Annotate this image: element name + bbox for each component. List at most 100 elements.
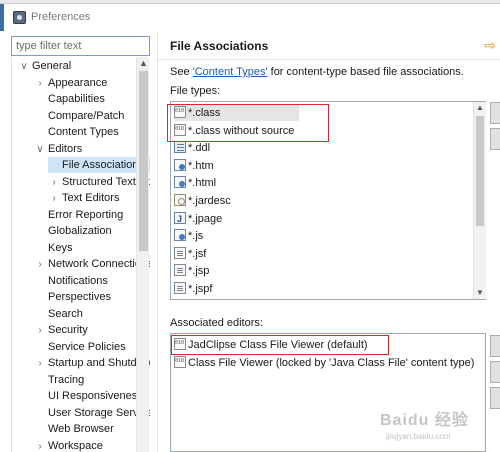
- file-type-label: *.class: [188, 107, 221, 119]
- text-file-icon: [174, 246, 186, 259]
- add-editor-button[interactable]: [490, 335, 500, 357]
- tree-item-label: Capabilities: [48, 93, 105, 105]
- scroll-up-arrow-icon[interactable]: ▲: [137, 57, 150, 69]
- ddl-file-icon: [174, 141, 186, 154]
- collapsed-chevron-icon[interactable]: ›: [34, 323, 46, 339]
- tree-scrollbar[interactable]: ▲: [136, 57, 149, 452]
- tree-item[interactable]: Service Policies: [34, 339, 150, 355]
- tree-item[interactable]: File Associations: [48, 157, 150, 173]
- tree-item[interactable]: Notifications: [34, 273, 150, 289]
- file-type-label: *.html: [188, 177, 217, 190]
- tree-item[interactable]: Search: [34, 306, 150, 322]
- tree-item[interactable]: UI Responsiveness: [34, 388, 150, 404]
- file-type-row[interactable]: *.ddl: [174, 140, 210, 156]
- file-type-row[interactable]: *.htm: [174, 158, 214, 174]
- add-file-type-button[interactable]: [490, 102, 500, 124]
- tree-item-label: Globalization: [48, 225, 112, 237]
- javascript-file-icon: [174, 229, 186, 242]
- tree-item[interactable]: Perspectives: [34, 289, 150, 305]
- tree-item-label: UI Responsiveness: [48, 390, 143, 402]
- collapsed-chevron-icon[interactable]: ›: [34, 76, 46, 92]
- tree-item-label: Text Editors: [62, 192, 120, 204]
- file-type-label: *.ddl: [188, 142, 211, 155]
- remove-editor-button[interactable]: [490, 361, 500, 383]
- file-types-list[interactable]: *.class *.class without source *.ddl *.htm *…: [170, 101, 486, 300]
- file-types-scrollbar[interactable]: ▲ ▼: [473, 102, 486, 299]
- tree-item[interactable]: › Text Editors: [48, 190, 150, 206]
- collapsed-chevron-icon[interactable]: ›: [48, 191, 60, 207]
- tree-item[interactable]: › Network Connections: [34, 256, 150, 272]
- file-type-row[interactable]: *.jpage: [174, 211, 222, 227]
- scroll-up-arrow-icon[interactable]: ▲: [474, 102, 486, 114]
- tree-item[interactable]: › Security: [34, 322, 150, 338]
- file-type-row[interactable]: *.jardesc: [174, 193, 231, 209]
- tree-item[interactable]: Compare/Patch: [34, 108, 150, 124]
- file-type-row[interactable]: *.jsp: [174, 263, 209, 279]
- file-type-label: *.js: [188, 230, 204, 243]
- jar-file-icon: [174, 194, 186, 206]
- file-type-row[interactable]: *.html: [174, 175, 216, 191]
- associated-editors-list[interactable]: JadClipse Class File Viewer (default) Cla…: [170, 333, 486, 452]
- file-types-label: File types:: [170, 85, 221, 97]
- collapsed-chevron-icon[interactable]: ›: [34, 356, 46, 372]
- file-type-row[interactable]: *.class: [174, 105, 299, 121]
- scroll-down-arrow-icon[interactable]: ▼: [474, 287, 486, 299]
- remove-file-type-button[interactable]: [490, 128, 500, 150]
- panel-divider: [157, 32, 158, 452]
- tree-item-label: Editors: [48, 142, 83, 155]
- editor-label: Class File Viewer (locked by 'Java Class…: [188, 356, 475, 369]
- file-types-scroll-thumb[interactable]: [476, 116, 484, 226]
- tree-item[interactable]: ∨ Editors: [34, 141, 150, 157]
- class-viewer-icon: [174, 338, 186, 350]
- tree-item[interactable]: ›Structured Text Editors: [48, 174, 150, 190]
- collapsed-chevron-icon[interactable]: ›: [48, 175, 60, 191]
- tree-item-label: Content Types: [48, 126, 119, 138]
- tree-item[interactable]: › Startup and Shutdown: [34, 355, 150, 371]
- title-bar-edge: [0, 4, 4, 31]
- tree-item[interactable]: ∨ General: [18, 58, 150, 74]
- file-type-row[interactable]: *.class without source: [174, 123, 294, 139]
- tree-item-label: Service Policies: [48, 340, 126, 353]
- file-type-row[interactable]: *.jspf: [174, 281, 212, 297]
- associated-editors-label: Associated editors:: [170, 317, 263, 329]
- web-file-icon: [174, 158, 186, 171]
- tree-scroll-thumb[interactable]: [139, 71, 148, 251]
- page-title: File Associations: [170, 39, 269, 53]
- filter-input[interactable]: [11, 36, 150, 56]
- tree-item[interactable]: › Workspace: [34, 438, 150, 452]
- back-arrow-icon[interactable]: ⇨: [484, 37, 496, 54]
- tree-item-label: Notifications: [48, 274, 108, 287]
- file-type-label: *.jspf: [188, 283, 213, 295]
- default-editor-button[interactable]: [490, 387, 500, 409]
- file-type-label: *.jsp: [188, 265, 210, 278]
- tree-item[interactable]: Web Browser: [34, 421, 150, 437]
- expanded-chevron-icon[interactable]: ∨: [18, 59, 30, 75]
- text-file-icon: [174, 282, 186, 294]
- file-type-label: *.htm: [188, 159, 214, 172]
- tree-item[interactable]: › Appearance: [34, 75, 150, 91]
- editor-row[interactable]: Class File Viewer (locked by 'Java Class…: [174, 355, 474, 371]
- file-type-row[interactable]: *.jsf: [174, 246, 206, 262]
- tree-item-label: Security: [48, 324, 88, 336]
- tree-item-label: Startup and Shutdown: [48, 357, 150, 369]
- content-types-link[interactable]: 'Content Types': [193, 66, 268, 78]
- expanded-chevron-icon[interactable]: ∨: [34, 142, 46, 158]
- collapsed-chevron-icon[interactable]: ›: [34, 439, 46, 452]
- tree-item-label: Perspectives: [48, 291, 111, 303]
- tree-item-label: Search: [48, 307, 83, 320]
- tree-item[interactable]: Keys: [34, 240, 150, 256]
- collapsed-chevron-icon[interactable]: ›: [34, 257, 46, 273]
- tree-item[interactable]: Globalization: [34, 223, 150, 239]
- file-type-label: *.jsf: [188, 247, 207, 260]
- tree-item[interactable]: Content Types: [34, 124, 150, 140]
- tree-item-label: Workspace: [48, 439, 103, 452]
- tree-item[interactable]: Capabilities: [34, 91, 150, 107]
- window-title: Preferences: [31, 11, 91, 23]
- editor-label: JadClipse Class File Viewer (default): [188, 339, 368, 351]
- file-type-row[interactable]: *.js: [174, 228, 203, 244]
- tree-item[interactable]: User Storage Service: [34, 405, 150, 421]
- binary-file-icon: [174, 106, 186, 118]
- tree-item[interactable]: Tracing: [34, 372, 150, 388]
- tree-item[interactable]: Error Reporting: [34, 207, 150, 223]
- editor-row[interactable]: JadClipse Class File Viewer (default): [174, 337, 368, 353]
